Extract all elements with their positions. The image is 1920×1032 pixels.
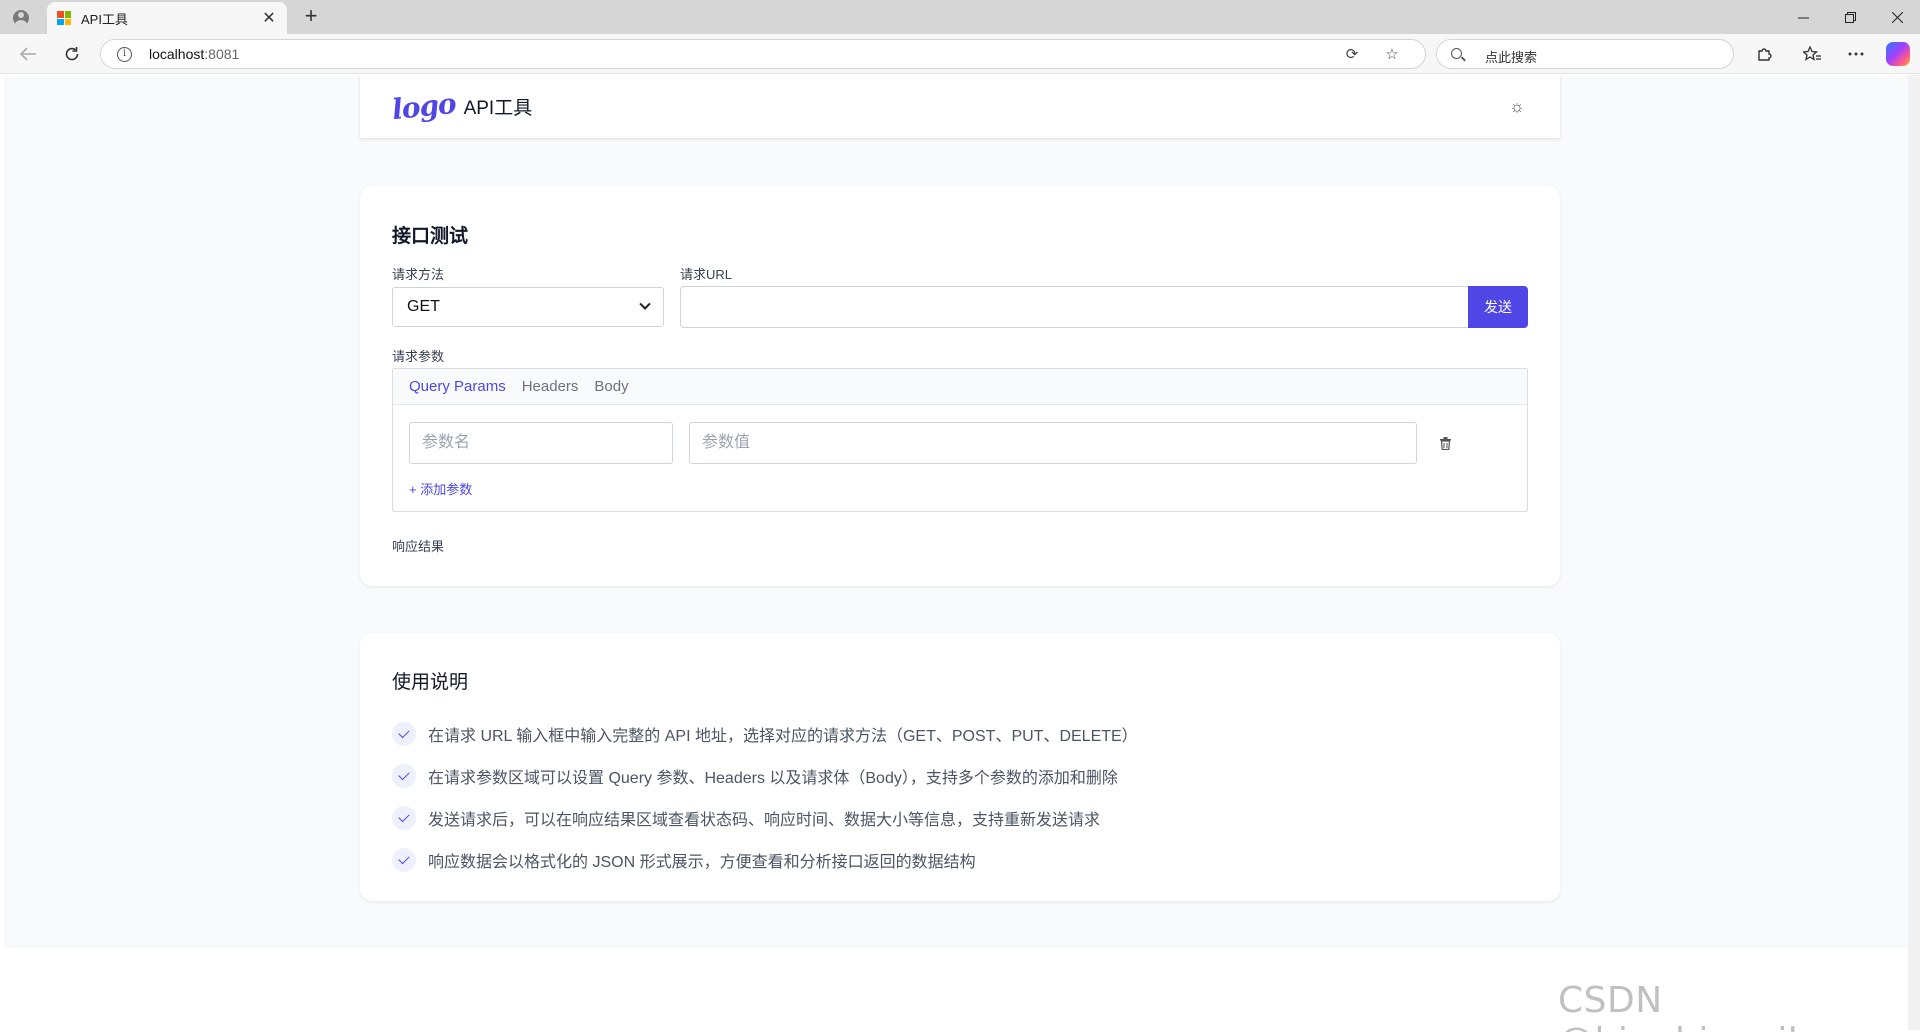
back-arrow-icon[interactable]: [14, 40, 42, 68]
method-label: 请求方法: [392, 267, 445, 282]
tab-close-icon[interactable]: ✕: [261, 8, 277, 28]
minimize-icon[interactable]: [1780, 0, 1826, 34]
response-label: 响应结果: [392, 539, 445, 554]
scrollbar[interactable]: [1908, 75, 1920, 1030]
method-value: GET: [407, 298, 440, 315]
url-input[interactable]: [680, 286, 1470, 328]
copilot-icon[interactable]: [1886, 42, 1910, 66]
address-bar[interactable]: i localhost:8081 ⟳ ☆: [100, 39, 1426, 69]
browser-tab-strip: API工具 ✕ +: [0, 0, 1920, 34]
browser-search-box[interactable]: 点此搜索: [1436, 39, 1734, 69]
help-list: 在请求 URL 输入框中输入完整的 API 地址，选择对应的请求方法（GET、P…: [392, 713, 1138, 881]
windows-favicon-icon: [57, 11, 71, 25]
method-select[interactable]: GET: [392, 287, 664, 327]
trash-icon[interactable]: [1435, 433, 1455, 453]
check-icon: [392, 806, 416, 830]
list-item: 响应数据会以格式化的 JSON 形式展示，方便查看和分析接口返回的数据结构: [392, 839, 1138, 881]
chevron-down-icon: [639, 298, 651, 310]
page-viewport: logo API工具 ☼ 接口测试 请求方法 GET 请求URL 发送 请求参数…: [4, 75, 1908, 1030]
tab-body[interactable]: Body: [594, 378, 628, 395]
params-tabs: Query Params Headers Body: [393, 369, 1527, 405]
favorites-icon[interactable]: [1798, 40, 1826, 68]
tab-query-params[interactable]: Query Params: [409, 378, 506, 395]
theme-toggle-sun-icon[interactable]: ☼: [1506, 97, 1528, 117]
logo[interactable]: logo: [390, 87, 457, 126]
address-url: localhost:8081: [149, 46, 240, 62]
list-item: 在请求 URL 输入框中输入完整的 API 地址，选择对应的请求方法（GET、P…: [392, 713, 1138, 755]
tab-title: API工具: [81, 11, 128, 27]
param-value-input[interactable]: [689, 422, 1417, 464]
search-icon: [1451, 48, 1462, 59]
browser-tab-active[interactable]: API工具 ✕: [47, 2, 287, 34]
help-heading: 使用说明: [392, 672, 469, 693]
list-item: 发送请求后，可以在响应结果区域查看状态码、响应时间、数据大小等信息，支持重新发送…: [392, 797, 1138, 839]
window-close-icon[interactable]: [1874, 0, 1920, 34]
list-item: 在请求参数区域可以设置 Query 参数、Headers 以及请求体（Body）…: [392, 755, 1138, 797]
tab-headers[interactable]: Headers: [522, 378, 579, 395]
api-test-card: 接口测试 请求方法 GET 请求URL 发送 请求参数 Query Params…: [360, 186, 1560, 586]
help-card: 使用说明 在请求 URL 输入框中输入完整的 API 地址，选择对应的请求方法（…: [360, 633, 1560, 901]
site-info-icon[interactable]: i: [117, 47, 132, 62]
watermark: CSDN @bingbingyihao: [1558, 980, 1856, 1032]
api-test-heading: 接口测试: [392, 226, 469, 247]
profile-icon[interactable]: [8, 5, 34, 31]
url-label: 请求URL: [680, 267, 733, 282]
params-panel: Query Params Headers Body + 添加参数: [392, 368, 1528, 512]
add-param-link[interactable]: + 添加参数: [409, 479, 472, 498]
check-icon: [392, 764, 416, 788]
check-icon: [392, 722, 416, 746]
translate-icon[interactable]: ⟳: [1341, 44, 1363, 66]
app-header: logo API工具 ☼: [360, 75, 1560, 138]
send-button[interactable]: 发送: [1468, 286, 1528, 328]
reload-icon[interactable]: [58, 40, 86, 68]
browser-toolbar: i localhost:8081 ⟳ ☆ 点此搜索: [0, 34, 1920, 74]
favorite-star-icon[interactable]: ☆: [1381, 44, 1403, 66]
check-icon: [392, 848, 416, 872]
restore-icon[interactable]: [1827, 0, 1873, 34]
app-title: API工具: [463, 98, 533, 119]
new-tab-button[interactable]: +: [298, 4, 324, 30]
more-menu-icon[interactable]: [1842, 40, 1870, 68]
param-name-input[interactable]: [409, 422, 673, 464]
search-placeholder: 点此搜索: [1485, 50, 1538, 65]
extensions-icon[interactable]: [1750, 40, 1778, 68]
params-label: 请求参数: [392, 349, 445, 364]
